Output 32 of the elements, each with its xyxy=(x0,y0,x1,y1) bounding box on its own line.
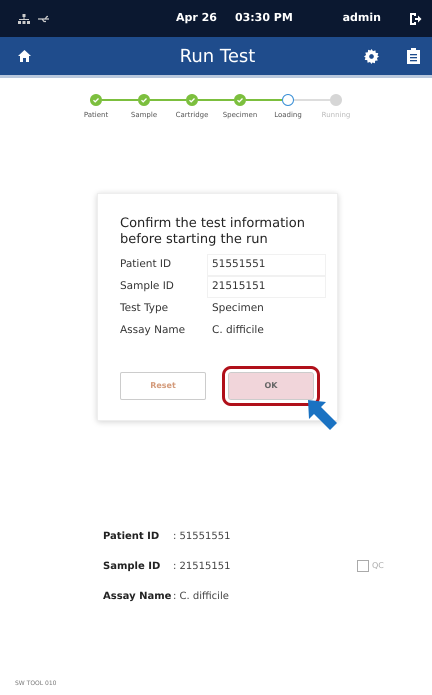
value-text: C. difficile xyxy=(211,323,265,338)
info-value: : 21515151 xyxy=(173,560,232,574)
settings-icon[interactable] xyxy=(364,48,379,64)
field-label: Assay Name xyxy=(120,323,186,338)
info-label: Sample ID xyxy=(103,560,162,574)
step-connector xyxy=(102,99,138,101)
reset-button[interactable]: Reset xyxy=(120,372,206,400)
home-icon[interactable] xyxy=(18,50,31,62)
step-connector xyxy=(150,99,186,101)
field-label: Test Type xyxy=(120,301,170,316)
qc-label: QC xyxy=(372,560,384,572)
dialog-title: Confirm the test information before starting the run xyxy=(120,216,306,248)
qc-checkbox[interactable] xyxy=(357,560,369,572)
user-name: admin xyxy=(342,10,381,26)
field-label: Patient ID xyxy=(120,257,172,272)
time-text: 03:30 PM xyxy=(234,10,293,26)
network-icon xyxy=(18,14,30,24)
usb-icon xyxy=(38,14,50,22)
info-label: Patient ID xyxy=(103,530,160,544)
info-value: : 51551551 xyxy=(173,530,232,544)
info-value: : C. difficile xyxy=(173,590,230,604)
value-text: Specimen xyxy=(211,301,265,316)
step-connector xyxy=(294,99,330,101)
logout-icon[interactable] xyxy=(409,12,422,26)
pointer-arrow-icon xyxy=(306,398,338,432)
step-connector xyxy=(246,99,282,101)
field-label: Sample ID xyxy=(120,279,175,294)
clipboard-icon[interactable] xyxy=(407,48,420,64)
info-label: Assay Name xyxy=(103,590,172,604)
step-connector xyxy=(198,99,234,101)
page-title: Run Test xyxy=(178,44,256,68)
date-text: Apr 26 xyxy=(176,10,217,26)
